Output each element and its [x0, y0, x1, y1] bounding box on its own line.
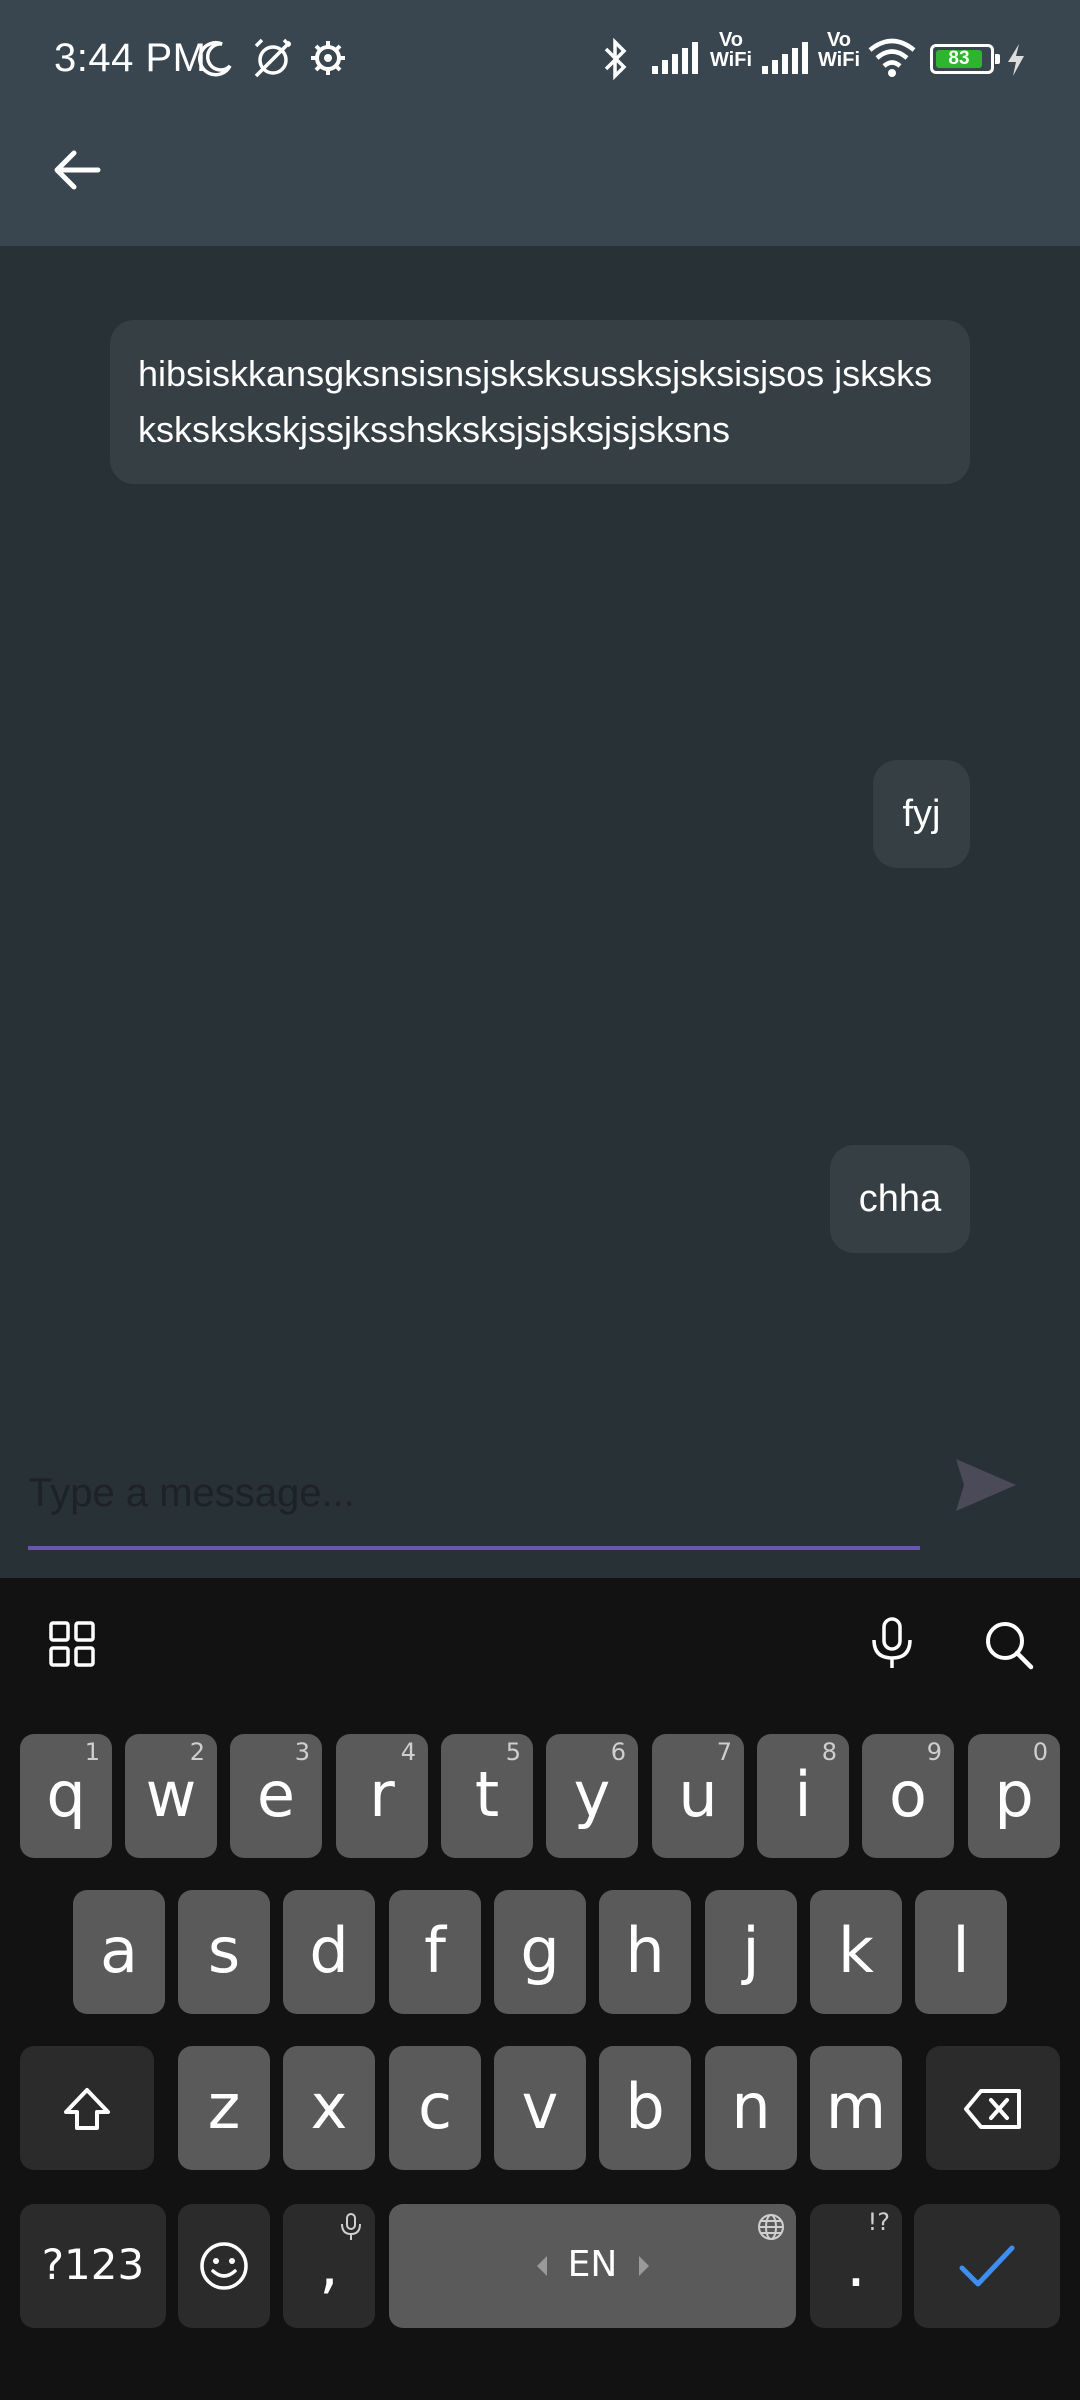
keyboard: 1q 2w 3e 4r 5t 6y 7u 8i 9o 0p a s d f g … [0, 1578, 1080, 2400]
key-shift[interactable] [20, 2046, 154, 2170]
key-label: v [521, 2070, 559, 2143]
key-emoji[interactable] [178, 2204, 270, 2328]
key-label: p [994, 1758, 1034, 1831]
vowifi-icon: Vo WiFi [816, 30, 862, 70]
key-label: s [207, 1914, 241, 1987]
key-s[interactable]: s [178, 1890, 270, 2014]
bluetooth-icon [604, 38, 627, 80]
emoji-icon [200, 2242, 248, 2290]
key-label: e [256, 1758, 296, 1831]
vowifi-label-top: Vo [718, 29, 744, 51]
key-symbols[interactable]: ?123 [20, 2204, 166, 2328]
key-label: f [424, 1914, 446, 1987]
search-icon[interactable] [984, 1620, 1034, 1670]
key-period[interactable]: !? . [810, 2204, 902, 2328]
battery-level: 83 [948, 48, 970, 69]
key-g[interactable]: g [494, 1890, 586, 2014]
key-t[interactable]: 5t [441, 1734, 533, 1858]
back-arrow-icon[interactable] [48, 140, 108, 200]
key-label: o [889, 1758, 927, 1831]
key-label: . [846, 2228, 866, 2301]
key-o[interactable]: 9o [862, 1734, 954, 1858]
key-label: w [145, 1758, 197, 1831]
shift-icon [64, 2088, 110, 2130]
vowifi-label-top: Vo [826, 29, 852, 51]
key-backspace[interactable] [926, 2046, 1060, 2170]
key-label: m [825, 2070, 887, 2143]
key-m[interactable]: m [810, 2046, 902, 2170]
key-label: z [207, 2070, 241, 2143]
key-enter[interactable] [914, 2204, 1060, 2328]
key-label: r [369, 1758, 395, 1831]
apps-grid-icon[interactable] [48, 1620, 96, 1668]
key-label: x [310, 2070, 348, 2143]
key-label: i [794, 1758, 812, 1831]
key-label: y [573, 1758, 611, 1831]
key-f[interactable]: f [389, 1890, 481, 2014]
moon-icon [198, 40, 232, 77]
key-label: l [952, 1914, 970, 1987]
key-label: ?123 [41, 2240, 145, 2289]
key-r[interactable]: 4r [336, 1734, 428, 1858]
status-time: 3:44 PM [54, 36, 207, 80]
key-label: EN [567, 2244, 618, 2285]
key-c[interactable]: c [389, 2046, 481, 2170]
key-label: g [520, 1914, 560, 1987]
key-x[interactable]: x [283, 2046, 375, 2170]
message-input[interactable] [28, 1440, 920, 1550]
key-label: t [474, 1758, 500, 1831]
key-space[interactable]: EN [389, 2204, 796, 2328]
vowifi-label-bottom: WiFi [817, 49, 861, 71]
key-label: , [319, 2228, 339, 2301]
send-icon[interactable] [952, 1455, 1020, 1515]
battery-icon: 83 [930, 44, 1000, 74]
checkmark-icon [959, 2245, 1015, 2287]
charging-icon [1008, 44, 1024, 76]
key-label: c [417, 2070, 453, 2143]
key-d[interactable]: d [283, 1890, 375, 2014]
microphone-icon[interactable] [868, 1616, 916, 1672]
alarm-off-icon [254, 38, 292, 78]
key-label: k [838, 1914, 874, 1987]
key-k[interactable]: k [810, 1890, 902, 2014]
backspace-icon [964, 2089, 1021, 2129]
status-bar: 3:44 PM Vo WiFi Vo WiFi 83 [0, 0, 1080, 120]
key-z[interactable]: z [178, 2046, 270, 2170]
key-label: b [625, 2070, 665, 2143]
key-e[interactable]: 3e [230, 1734, 322, 1858]
wifi-icon [868, 38, 916, 77]
key-j[interactable]: j [705, 1890, 797, 2014]
key-comma[interactable]: , [283, 2204, 375, 2328]
key-w[interactable]: 2w [125, 1734, 217, 1858]
key-a[interactable]: a [73, 1890, 165, 2014]
vowifi-label-bottom: WiFi [709, 49, 753, 71]
key-q[interactable]: 1q [20, 1734, 112, 1858]
key-v[interactable]: v [494, 2046, 586, 2170]
key-h[interactable]: h [599, 1890, 691, 2014]
key-b[interactable]: b [599, 2046, 691, 2170]
key-label: j [742, 1914, 760, 1987]
chevron-right-icon [639, 2256, 649, 2276]
key-p[interactable]: 0p [968, 1734, 1060, 1858]
signal-icon [652, 42, 698, 74]
vowifi-icon: Vo WiFi [708, 30, 754, 70]
key-label: a [100, 1914, 138, 1987]
key-n[interactable]: n [705, 2046, 797, 2170]
key-label: n [731, 2070, 771, 2143]
signal-icon [762, 42, 808, 74]
key-label: d [309, 1914, 349, 1987]
key-label: u [678, 1758, 718, 1831]
key-label: q [46, 1758, 86, 1831]
message-bubble[interactable]: fyj [873, 760, 970, 868]
key-i[interactable]: 8i [757, 1734, 849, 1858]
key-u[interactable]: 7u [652, 1734, 744, 1858]
message-bubble[interactable]: hibsiskkansgksnsisnsjsksksussksjsksisjso… [110, 320, 970, 484]
key-y[interactable]: 6y [546, 1734, 638, 1858]
settings-icon [311, 41, 345, 75]
key-label: h [625, 1914, 665, 1987]
key-l[interactable]: l [915, 1890, 1007, 2014]
app-header: 3:44 PM Vo WiFi Vo WiFi 83 [0, 0, 1080, 246]
message-bubble[interactable]: chha [830, 1145, 970, 1253]
